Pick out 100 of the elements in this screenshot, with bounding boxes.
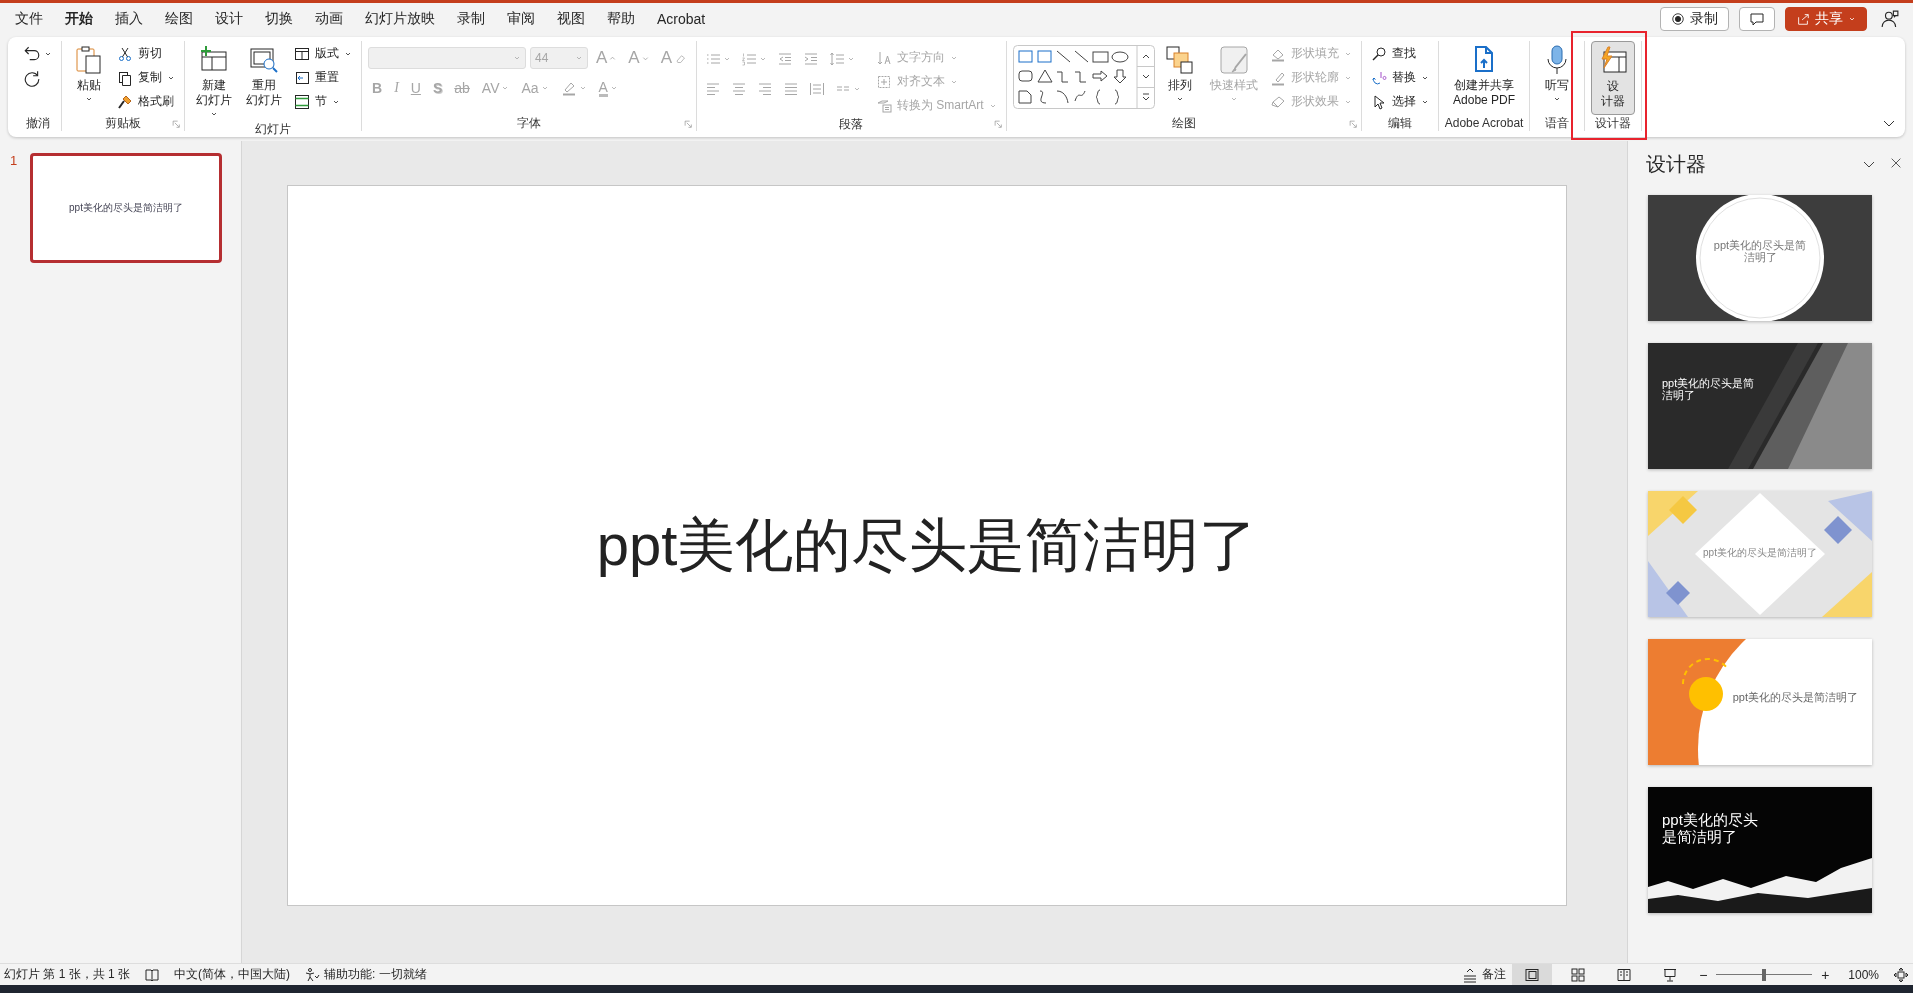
ribbon-button[interactable]: 创建并共享 Adobe PDF (1448, 41, 1521, 115)
comments-button[interactable] (1739, 7, 1775, 31)
menu-tab[interactable]: 绘图 (154, 6, 204, 32)
paintbrush-icon (117, 93, 133, 110)
design-thumbnail[interactable]: ppt美化的尽头是简洁明了 (1648, 343, 1872, 469)
ribbon-button[interactable]: 设 计器 (1591, 41, 1636, 115)
caret-icon (853, 85, 862, 93)
align-center-icon (731, 81, 748, 97)
caret-icon (847, 55, 856, 63)
menu-tab[interactable]: 帮助 (596, 6, 646, 32)
accessibility-button[interactable]: 辅助功能: 一切就绪 (304, 966, 427, 983)
ribbon-button[interactable]: 格式刷 (114, 91, 178, 112)
caret-icon (1175, 95, 1184, 103)
thumbnail-text: ppt美化的尽头是简洁明了 (1712, 239, 1808, 263)
caret-icon (759, 55, 768, 63)
ribbon-button[interactable]: 复制 (114, 67, 178, 88)
caret-icon (1229, 95, 1238, 103)
group-label: 绘图 (1171, 115, 1196, 131)
menu-tab[interactable]: 插入 (104, 6, 154, 32)
menu-tab[interactable]: 设计 (204, 6, 254, 32)
caret-icon (723, 55, 732, 63)
menu-tab[interactable]: 动画 (304, 6, 354, 32)
reset-icon (294, 69, 310, 86)
grid-view-icon (1570, 966, 1587, 983)
menu-tab[interactable]: 视图 (546, 6, 596, 32)
caret-icon (1553, 95, 1562, 103)
menu-tab[interactable]: 切换 (254, 6, 304, 32)
ribbon-button[interactable]: 替换 (1367, 67, 1432, 88)
normal-view-icon (1524, 966, 1541, 983)
caret-icon (540, 84, 549, 92)
slide-title[interactable]: ppt美化的尽头是简洁明了 (596, 506, 1258, 585)
spelling-button[interactable] (144, 966, 161, 983)
shapes-gallery-drawing[interactable] (1012, 45, 1155, 109)
zoom-level[interactable]: 100% (1848, 967, 1879, 982)
share-button[interactable]: 共享 (1785, 7, 1867, 31)
replace-icon (1370, 69, 1387, 86)
numbered-list-icon (741, 51, 758, 67)
record-icon (1671, 12, 1685, 26)
menu-tab[interactable]: 开始 (54, 6, 104, 32)
notes-button[interactable]: 备注 (1462, 966, 1507, 983)
language-status[interactable]: 中文(简体，中国大陆) (174, 966, 291, 983)
design-thumbnail[interactable]: ppt美化的尽头是简洁明了 (1648, 195, 1872, 321)
caret-icon (501, 84, 510, 92)
line-spacing-icon (829, 51, 846, 67)
align-left-icon (705, 81, 722, 97)
ribbon-button[interactable]: 查找 (1367, 43, 1432, 64)
pane-title: 设计器 (1646, 151, 1706, 177)
fit-slide-button[interactable] (1893, 966, 1909, 983)
person-icon (1881, 10, 1899, 28)
section-icon (294, 93, 310, 110)
decrease-indent-icon (777, 51, 794, 67)
ribbon-button[interactable]: 粘贴 (68, 41, 110, 115)
notes-icon (1462, 966, 1479, 983)
caret-icon (609, 84, 618, 92)
search-icon (1370, 45, 1387, 62)
menu-tab[interactable]: 幻灯片放映 (354, 6, 446, 32)
copy-icon (117, 69, 133, 86)
accessibility-icon (304, 966, 321, 983)
ribbon-button[interactable]: 听写 (1536, 41, 1579, 115)
slideshow-icon (1662, 966, 1679, 983)
ribbon-button[interactable]: 版式 (291, 43, 355, 64)
group-label: 段落 (839, 116, 864, 132)
menu-tab[interactable]: 审阅 (496, 6, 546, 32)
slide-counter: 幻灯片 第 1 张，共 1 张 (4, 966, 131, 983)
undo-icon (23, 44, 41, 63)
caret-icon (85, 95, 93, 103)
ribbon-button[interactable]: 剪切 (114, 43, 178, 64)
caret-icon (575, 54, 583, 62)
group-label: 幻灯片 (255, 121, 291, 137)
slide-thumbnail[interactable]: ppt美化的尽头是简洁明了 (30, 153, 222, 263)
zoom-out-button[interactable]: − (1696, 966, 1711, 983)
quick-styles-icon (1217, 44, 1250, 76)
thumbnail-text: ppt美化的尽头是简洁明了 (1702, 547, 1818, 559)
ribbon-button[interactable]: 重用 幻灯片 (241, 41, 287, 115)
design-thumbnail[interactable]: ppt美化的尽头是简洁明了 (1648, 639, 1872, 765)
ribbon-button[interactable]: 新建 幻灯片 (191, 41, 237, 121)
design-thumbnail[interactable]: ppt美化的尽头是简洁明了 (1648, 787, 1872, 913)
caret-icon (1848, 15, 1856, 23)
thumbnail-text: ppt美化的尽头是简洁明了 (1731, 691, 1858, 703)
design-thumbnail[interactable]: ppt美化的尽头是简洁明了 (1648, 491, 1872, 617)
view-button[interactable] (1512, 964, 1553, 985)
align-text-icon (876, 73, 893, 90)
bullet-list-icon (705, 51, 722, 67)
menu-tab[interactable]: Acrobat (646, 6, 717, 32)
record-button[interactable]: 录制 (1660, 7, 1729, 31)
text-direction-icon (876, 49, 893, 66)
dialog-launcher-icon (1348, 120, 1358, 129)
arrange-icon (1163, 44, 1196, 76)
dialog-launcher-icon (684, 120, 694, 129)
ribbon-button[interactable]: 节 (291, 91, 355, 112)
slide-number: 1 (10, 153, 19, 170)
share-icon (1796, 12, 1810, 26)
ribbon-button[interactable]: 排列 (1158, 41, 1201, 115)
ribbon-button[interactable]: 重置 (291, 67, 355, 88)
menu-tab[interactable]: 录制 (446, 6, 496, 32)
group-label: 撤消 (25, 115, 50, 131)
scissors-icon (117, 45, 133, 62)
menu-tab[interactable]: 文件 (4, 6, 54, 32)
ribbon-button[interactable]: 选择 (1367, 91, 1432, 112)
zoom-in-button[interactable]: + (1818, 966, 1833, 983)
